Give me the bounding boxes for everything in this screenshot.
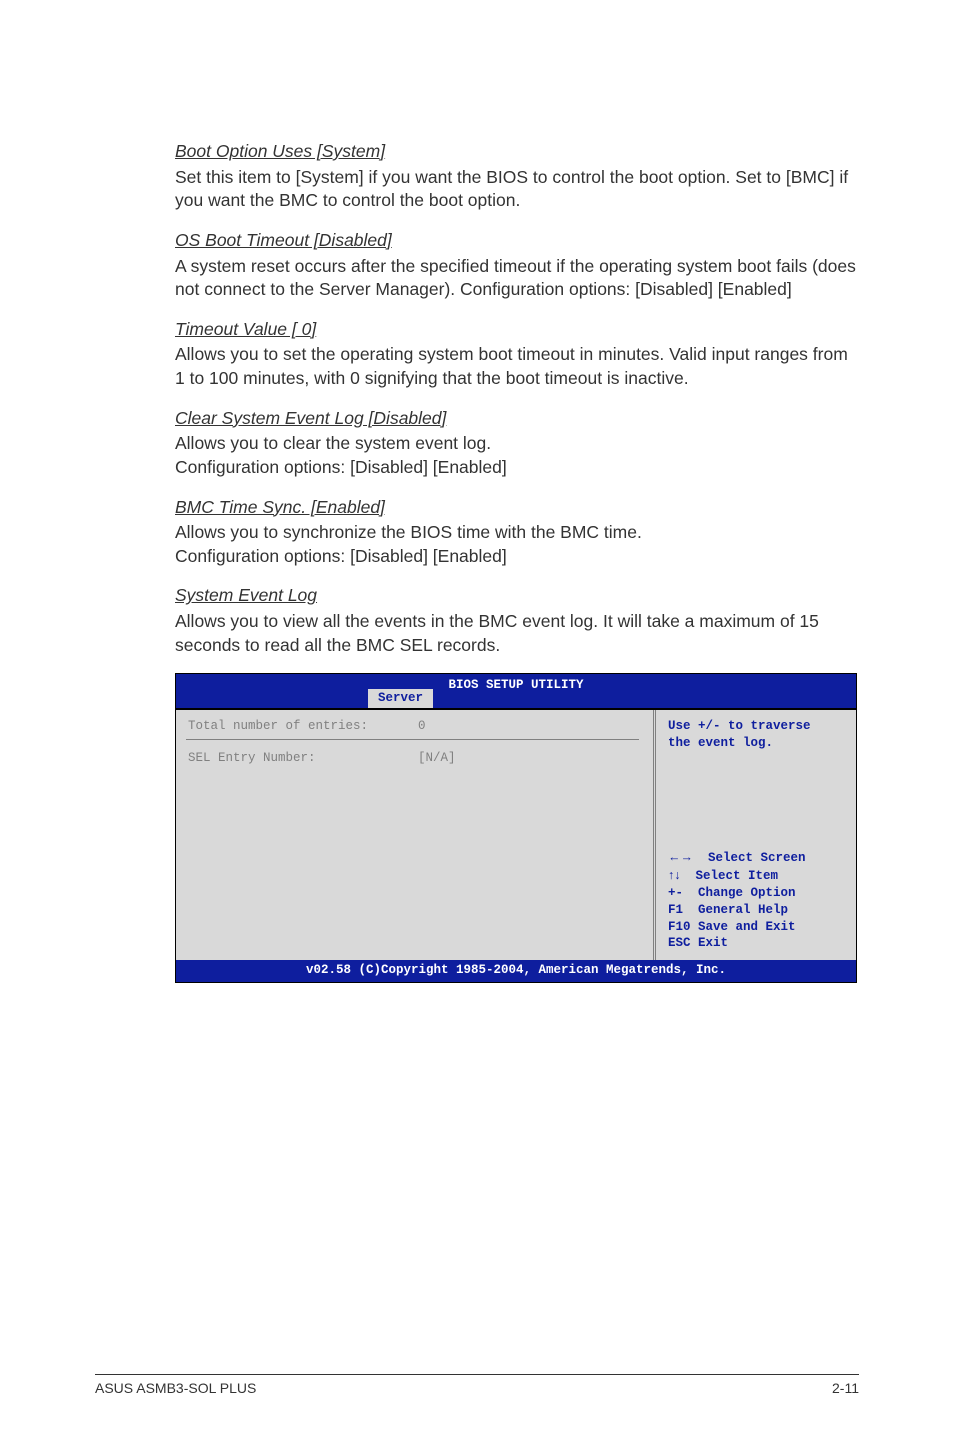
section-body: Set this item to [System] if you want th… xyxy=(175,166,859,213)
key-f1: F1 xyxy=(668,903,683,917)
section-bmc-time-sync: BMC Time Sync. [Enabled] Allows you to s… xyxy=(175,496,859,569)
nav-select-screen: Select Screen xyxy=(708,851,806,865)
arrows-lr-icon: ←→ xyxy=(668,850,693,864)
nav-select-item: Select Item xyxy=(696,869,779,883)
section-body: Allows you to set the operating system b… xyxy=(175,343,859,390)
total-entries-row: Total number of entries: 0 xyxy=(188,718,641,735)
sel-entry-row[interactable]: SEL Entry Number: [N/A] xyxy=(188,750,641,767)
bios-title: BIOS SETUP UTILITY xyxy=(176,677,856,694)
bios-body: Total number of entries: 0 SEL Entry Num… xyxy=(176,708,856,960)
page-footer: ASUS ASMB3-SOL PLUS 2-11 xyxy=(95,1374,859,1398)
section-timeout-value: Timeout Value [ 0] Allows you to set the… xyxy=(175,318,859,391)
bios-screenshot: BIOS SETUP UTILITY Server Total number o… xyxy=(175,673,857,983)
total-entries-label: Total number of entries: xyxy=(188,718,418,735)
bios-right-pane: Use +/- to traverse the event log. ←→ Se… xyxy=(656,710,856,960)
section-heading: OS Boot Timeout [Disabled] xyxy=(175,229,859,253)
arrows-ud-icon: ↑↓ xyxy=(668,868,681,882)
key-esc: ESC xyxy=(668,936,691,950)
key-plus-minus: +- xyxy=(668,886,683,900)
section-heading: System Event Log xyxy=(175,584,859,608)
section-heading: Clear System Event Log [Disabled] xyxy=(175,407,859,431)
section-boot-option: Boot Option Uses [System] Set this item … xyxy=(175,140,859,213)
bios-nav-help: ←→ Select Screen ↑↓ Select Item +- Chang… xyxy=(668,849,844,952)
footer-page-number: 2-11 xyxy=(832,1379,859,1398)
bios-left-pane: Total number of entries: 0 SEL Entry Num… xyxy=(176,710,656,960)
section-os-boot-timeout: OS Boot Timeout [Disabled] A system rese… xyxy=(175,229,859,302)
footer-product: ASUS ASMB3-SOL PLUS xyxy=(95,1379,256,1398)
page-content: Boot Option Uses [System] Set this item … xyxy=(0,0,954,983)
section-body: A system reset occurs after the specifie… xyxy=(175,255,859,302)
section-body: Allows you to view all the events in the… xyxy=(175,610,859,657)
sel-entry-label: SEL Entry Number: xyxy=(188,750,418,767)
section-heading: Boot Option Uses [System] xyxy=(175,140,859,164)
bios-hint-line1: Use +/- to traverse xyxy=(668,718,844,735)
divider xyxy=(186,739,639,740)
section-heading: Timeout Value [ 0] xyxy=(175,318,859,342)
bios-header: BIOS SETUP UTILITY Server xyxy=(176,674,856,708)
bios-footer: v02.58 (C)Copyright 1985-2004, American … xyxy=(176,960,856,982)
nav-exit: Exit xyxy=(698,936,728,950)
nav-general-help: General Help xyxy=(698,903,788,917)
total-entries-value: 0 xyxy=(418,718,426,735)
section-clear-event-log: Clear System Event Log [Disabled] Allows… xyxy=(175,407,859,480)
sel-entry-value: [N/A] xyxy=(418,750,456,767)
bios-hint: Use +/- to traverse the event log. xyxy=(668,718,844,752)
section-heading: BMC Time Sync. [Enabled] xyxy=(175,496,859,520)
bios-hint-line2: the event log. xyxy=(668,735,844,752)
nav-change-option: Change Option xyxy=(698,886,796,900)
key-f10: F10 xyxy=(668,920,691,934)
section-body: Allows you to clear the system event log… xyxy=(175,432,859,479)
bios-tab-server[interactable]: Server xyxy=(366,689,435,708)
section-body: Allows you to synchronize the BIOS time … xyxy=(175,521,859,568)
nav-save-exit: Save and Exit xyxy=(698,920,796,934)
section-system-event-log: System Event Log Allows you to view all … xyxy=(175,584,859,657)
